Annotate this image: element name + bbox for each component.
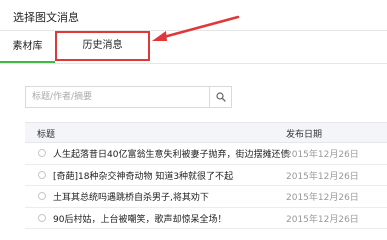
table-row[interactable]: [奇葩]18种杂交神奇动物 知道3种就很了不起 2015年12月26日: [25, 165, 387, 186]
tab-history-messages[interactable]: 历史消息: [55, 31, 150, 61]
row-radio-button[interactable]: [38, 192, 46, 200]
row-date: 2015年12月26日: [286, 214, 359, 225]
annotation-arrow: [152, 15, 240, 41]
row-date: 2015年12月26日: [286, 150, 359, 160]
row-title: 人生起落昔日40亿富翁生意失利被妻子抛弃，街边摆摊还债: [53, 150, 290, 160]
search-box: [25, 86, 232, 108]
row-title: 土耳其总统吗遇跳桥自杀男子,将其劝下: [53, 193, 209, 203]
table-row[interactable]: 90后村姑，上台被嘲笑，歌声却惊呆全场！ 2015年12月26日: [25, 208, 387, 229]
row-date: 2015年12月26日: [286, 171, 359, 182]
table-row[interactable]: 土耳其总统吗遇跳桥自杀男子,将其劝下 2015年12月26日: [25, 186, 387, 208]
dialog-title: 选择图文消息: [13, 11, 79, 24]
row-radio-button[interactable]: [38, 149, 46, 157]
row-title: [奇葩]18种杂交神奇动物 知道3种就很了不起: [53, 171, 234, 182]
search-input[interactable]: [26, 87, 209, 107]
tab-material-library-label: 素材库: [12, 41, 43, 52]
tab-material-library[interactable]: 素材库: [0, 31, 55, 63]
search-button[interactable]: [209, 87, 231, 107]
search-icon: [215, 92, 226, 102]
row-radio-button[interactable]: [38, 213, 46, 222]
row-title: 90后村姑，上台被嘲笑，歌声却惊呆全场！: [53, 214, 227, 225]
table-header: 标题 发布日期: [25, 122, 387, 143]
row-date: 2015年12月26日: [286, 193, 359, 203]
tab-history-messages-label: 历史消息: [82, 40, 123, 51]
tab-divider: [0, 63, 387, 64]
column-header-title: 标题: [37, 130, 56, 140]
column-header-date: 发布日期: [286, 130, 323, 140]
history-message-table: 标题 发布日期 人生起落昔日40亿富翁生意失利被妻子抛弃，街边摆摊还债 2015…: [25, 122, 387, 229]
row-radio-button[interactable]: [38, 170, 46, 179]
table-row[interactable]: 人生起落昔日40亿富翁生意失利被妻子抛弃，街边摆摊还债 2015年12月26日: [25, 143, 387, 165]
